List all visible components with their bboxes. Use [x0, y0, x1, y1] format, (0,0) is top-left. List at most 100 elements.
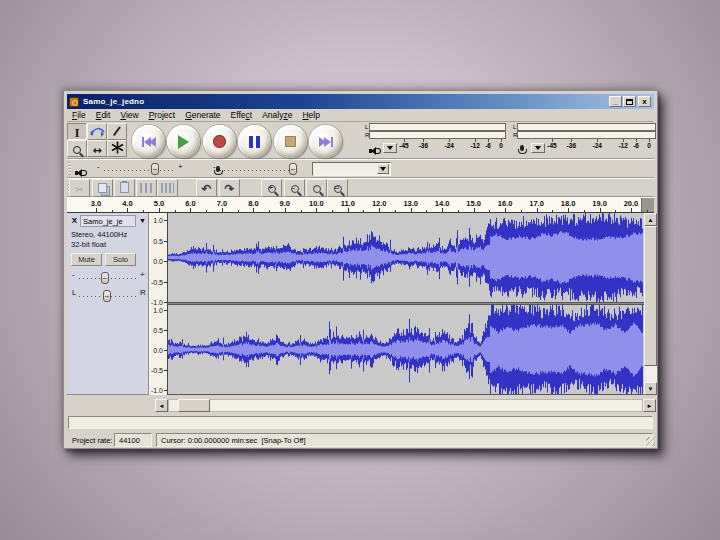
ruler-time-label: 20.0 [624, 199, 639, 208]
ruler-major-tick [474, 208, 475, 212]
track-close-button[interactable]: X [69, 215, 80, 226]
audacity-window: Samo_je_jedno _ x FileEditViewProjectGen… [63, 90, 658, 449]
waveform-display[interactable] [168, 213, 644, 395]
maximize-button[interactable] [623, 96, 636, 107]
ruler-major-tick [190, 208, 191, 212]
ruler-time-label: 13.0 [403, 199, 418, 208]
ruler-time-label: 8.0 [248, 199, 258, 208]
input-volume-thumb[interactable] [289, 163, 297, 175]
ruler-minor-tick [647, 210, 648, 212]
menu-analyze[interactable]: Analyze [257, 109, 297, 122]
pan-slider-right: R [140, 289, 146, 297]
track-menu-arrow-icon[interactable]: ▼ [139, 217, 146, 224]
scroll-up-icon[interactable]: ▲ [644, 213, 657, 226]
input-source-dropdown-icon[interactable] [377, 164, 389, 174]
input-volume-slider[interactable] [220, 170, 292, 171]
vertical-ruler-label: -0.5 [151, 367, 163, 374]
ruler-minor-tick [395, 210, 396, 212]
record-meter-channel-label: L [513, 124, 516, 131]
horizontal-scroll-trough[interactable] [168, 399, 643, 412]
vertical-ruler-tick [164, 241, 167, 242]
record-meter-dropdown-icon[interactable] [531, 143, 545, 153]
ruler-major-tick [442, 208, 443, 212]
redo-button[interactable]: ↷ [219, 179, 240, 197]
vertical-scroll-thumb[interactable] [644, 226, 657, 366]
ruler-major-tick [316, 208, 317, 212]
resize-grip[interactable] [646, 437, 655, 446]
mute-button[interactable]: Mute [71, 253, 102, 266]
main-toolbar: I↔ LR-45-36-24-12-60LR-45-36-24-12-60 [67, 122, 654, 159]
input-slider-min: - [213, 163, 216, 171]
ruler-minor-tick [332, 210, 333, 212]
copy-button[interactable] [92, 179, 113, 197]
track-name-menu[interactable]: Samo_je_je [80, 215, 136, 227]
vertical-ruler-tick [164, 302, 167, 303]
play-meter-channel-label: L [365, 124, 368, 131]
cursor-status: Cursor: 0:00.000000 min:sec [Snap-To Off… [156, 433, 653, 447]
menu-generate[interactable]: Generate [180, 109, 225, 122]
meter-scale-number: -36 [567, 142, 576, 149]
silence-icon [161, 179, 174, 197]
solo-button[interactable]: Solo [105, 253, 136, 266]
scroll-left-icon[interactable]: ◄ [155, 399, 168, 412]
play-meter-dropdown-icon[interactable] [383, 143, 397, 153]
ruler-major-tick [222, 208, 223, 212]
track-info-format: Stereo, 44100Hz [71, 230, 127, 239]
pan-slider-thumb[interactable] [103, 290, 111, 302]
meter-scale-number: -12 [618, 142, 627, 149]
minimize-button[interactable]: _ [609, 96, 622, 107]
scroll-right-icon[interactable]: ► [643, 399, 656, 412]
trim-button[interactable] [136, 179, 157, 197]
ruler-time-label: 17.0 [529, 199, 544, 208]
vertical-ruler-label: 0.5 [153, 327, 163, 334]
gain-slider-thumb[interactable] [101, 272, 109, 284]
ruler-minor-tick [363, 210, 364, 212]
output-volume-slider[interactable] [104, 170, 176, 171]
menu-view[interactable]: View [115, 109, 143, 122]
timeline-ruler[interactable]: 3.04.05.06.07.08.09.010.011.012.013.014.… [67, 198, 654, 213]
cut-button[interactable]: ✂ [69, 179, 90, 197]
project-rate-label: Project rate: [72, 436, 112, 445]
output-volume-thumb[interactable] [151, 163, 159, 175]
record-meter-bar[interactable] [517, 123, 656, 131]
vertical-ruler: 1.00.50.0-0.5-1.01.00.50.0-0.5-1.0 [149, 213, 168, 395]
audacity-app-icon [69, 97, 79, 107]
horizontal-scroll-thumb[interactable] [178, 399, 210, 412]
play-meter-bar[interactable] [369, 123, 506, 131]
zoom-out-button[interactable]: - [284, 179, 305, 197]
silence-button[interactable] [157, 179, 178, 197]
horizontal-scrollbar[interactable]: ◄ ► [67, 399, 654, 412]
ruler-major-tick [505, 208, 506, 212]
fit-project-icon: ▭ [334, 179, 342, 197]
toolbar-grip[interactable] [68, 162, 73, 175]
zoom-in-button[interactable]: + [261, 179, 282, 197]
vertical-ruler-label: -0.5 [151, 278, 163, 285]
track-control-panel: X Samo_je_je ▼ Stereo, 44100Hz 32-bit fl… [67, 213, 149, 395]
edit-toolbar: ✂ ↶↷ +-↔ ▭ [67, 179, 654, 197]
fit-selection-button[interactable]: ↔ [306, 179, 327, 197]
undo-button[interactable]: ↶ [196, 179, 217, 197]
input-source-select[interactable] [312, 162, 391, 176]
track-info-depth: 32-bit float [71, 240, 106, 249]
menu-effect[interactable]: Effect [226, 109, 258, 122]
vertical-scrollbar[interactable]: ▲ ▼ [644, 213, 657, 395]
project-rate-value[interactable]: 44100 [114, 433, 152, 447]
vertical-ruler-label: 0.0 [153, 258, 163, 265]
play-meter-bar[interactable] [369, 131, 506, 139]
ruler-minor-tick [426, 210, 427, 212]
meter-scale-number: -6 [633, 142, 639, 149]
record-meter-bar[interactable] [517, 131, 656, 139]
output-volume-icon [75, 168, 86, 178]
scroll-down-icon[interactable]: ▼ [644, 382, 657, 395]
close-button[interactable]: x [638, 96, 651, 107]
waveform-left-channel[interactable] [168, 213, 643, 302]
menu-help[interactable]: Help [297, 109, 324, 122]
menu-edit[interactable]: Edit [91, 109, 116, 122]
ruler-major-tick [96, 208, 97, 212]
menu-project[interactable]: Project [144, 109, 180, 122]
fit-project-button[interactable]: ▭ [327, 179, 348, 197]
menu-file[interactable]: File [67, 109, 91, 122]
title-bar[interactable]: Samo_je_jedno _ x [67, 94, 654, 109]
waveform-right-channel[interactable] [168, 305, 643, 394]
paste-button[interactable] [114, 179, 135, 197]
